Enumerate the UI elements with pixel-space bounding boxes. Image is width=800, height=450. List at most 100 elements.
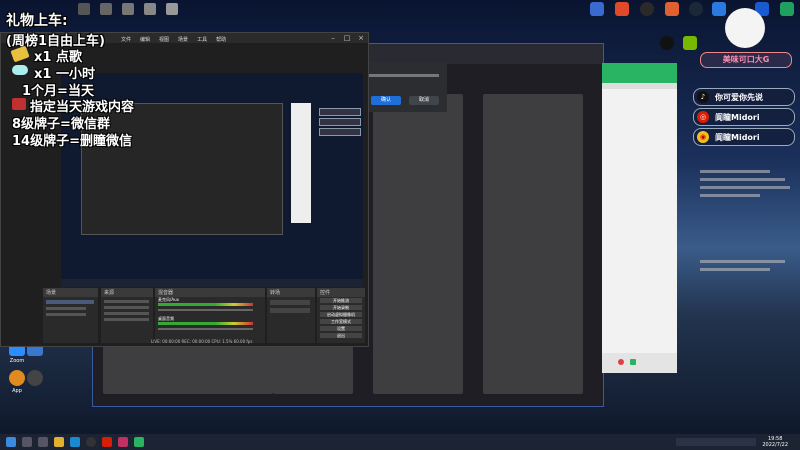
chat-message bbox=[700, 178, 785, 181]
close-button[interactable]: × bbox=[354, 33, 368, 43]
obs-menu: 文件 编辑 视图 场景 工具 帮助 bbox=[121, 34, 235, 43]
desktop-icon-10[interactable] bbox=[678, 36, 702, 51]
app-icon[interactable] bbox=[122, 3, 134, 15]
netease-icon: ◎ bbox=[697, 111, 709, 123]
preview-social-2 bbox=[319, 118, 361, 126]
steam-icon bbox=[689, 2, 703, 16]
gift-line: 14级牌子=删瞳微信 bbox=[12, 134, 132, 149]
source-item[interactable] bbox=[104, 312, 149, 315]
social-label: 你可爱你先说 bbox=[715, 92, 763, 102]
social-label: 阆瞳Midori bbox=[715, 132, 760, 142]
chat-input-toolbar bbox=[602, 353, 677, 373]
social-douyin[interactable]: ♪ 你可爱你先说 bbox=[693, 88, 795, 106]
cloud-icon bbox=[12, 65, 28, 75]
file-explorer-icon[interactable] bbox=[54, 437, 64, 447]
desktop-icon-8[interactable] bbox=[775, 2, 799, 17]
desktop-icon-2[interactable] bbox=[610, 2, 634, 17]
menu-item[interactable]: 场景 bbox=[178, 37, 188, 43]
scene-item[interactable] bbox=[46, 300, 94, 304]
menu-item[interactable]: 编辑 bbox=[140, 37, 150, 43]
settings-button[interactable]: 设置 bbox=[320, 326, 362, 331]
logitech-icon bbox=[660, 36, 674, 50]
app-icon[interactable] bbox=[166, 3, 178, 15]
sources-panel: 来源 bbox=[101, 288, 153, 343]
stream-chat-area bbox=[700, 160, 796, 290]
app-icon bbox=[615, 2, 629, 16]
confirm-dialog: 确认 取消 bbox=[365, 62, 447, 112]
start-icon[interactable] bbox=[6, 437, 16, 447]
transition-select[interactable] bbox=[270, 300, 310, 305]
menu-item[interactable]: 工具 bbox=[197, 37, 207, 43]
desktop-icon-5[interactable] bbox=[684, 2, 708, 17]
chat-message bbox=[700, 268, 770, 271]
confirm-button[interactable]: 确认 bbox=[371, 96, 401, 105]
scene-item[interactable] bbox=[46, 307, 86, 310]
scene-item[interactable] bbox=[46, 313, 86, 316]
desktop-icon-9[interactable] bbox=[655, 36, 679, 51]
preview-social-1 bbox=[319, 108, 361, 116]
edge-icon[interactable] bbox=[70, 437, 80, 447]
blurred-content bbox=[103, 344, 273, 394]
source-item[interactable] bbox=[104, 306, 149, 309]
desktop-icon-4[interactable] bbox=[660, 2, 684, 17]
menu-item[interactable]: 帮助 bbox=[216, 37, 226, 43]
cursor-app-icon bbox=[27, 370, 43, 386]
app-icon bbox=[590, 2, 604, 16]
dialog-text bbox=[369, 74, 439, 77]
duration-input[interactable] bbox=[270, 308, 310, 313]
search-icon[interactable] bbox=[22, 437, 32, 447]
preview-nested-window bbox=[81, 103, 283, 235]
clock[interactable]: 19:58 2022/7/22 bbox=[762, 436, 788, 448]
chat-message bbox=[700, 260, 785, 263]
obs-status-bar: LIVE: 00:00:00 REC: 00:00:00 CPU: 1.5% 6… bbox=[151, 339, 253, 344]
virtual-camera-button[interactable]: 启动虚拟摄像机 bbox=[320, 312, 362, 317]
app-icon bbox=[780, 2, 794, 16]
start-streaming-button[interactable]: 开始推流 bbox=[320, 298, 362, 303]
task-view-icon[interactable] bbox=[38, 437, 48, 447]
volume-slider[interactable] bbox=[158, 328, 253, 330]
menu-item[interactable]: 视图 bbox=[159, 37, 169, 43]
taskbar: 19:58 2022/7/22 bbox=[0, 434, 800, 450]
tray-area[interactable] bbox=[676, 438, 757, 446]
chat-header-bar bbox=[602, 83, 677, 89]
app-icon[interactable] bbox=[134, 437, 144, 447]
desktop-icon-6[interactable] bbox=[707, 2, 731, 17]
mixer-panel: 混音器 麦克风/Aux 桌面音频 bbox=[155, 288, 265, 343]
start-recording-button[interactable]: 开始录制 bbox=[320, 305, 362, 310]
chat-window[interactable] bbox=[602, 63, 677, 373]
app-icon[interactable] bbox=[78, 3, 90, 15]
desktop-icon-1[interactable] bbox=[585, 2, 609, 17]
app-icon bbox=[712, 2, 726, 16]
preview-social-3 bbox=[319, 128, 361, 136]
cancel-button[interactable]: 取消 bbox=[409, 96, 439, 105]
desktop-icon-label: App bbox=[12, 388, 22, 394]
scenes-panel-title: 场景 bbox=[43, 288, 98, 297]
social-netease[interactable]: ◎ 阆瞳Midori bbox=[693, 108, 795, 126]
maximize-button[interactable]: □ bbox=[340, 33, 354, 43]
desktop-icon-3[interactable] bbox=[635, 2, 659, 17]
minimize-button[interactable]: – bbox=[326, 33, 340, 43]
scenes-panel: 场景 bbox=[43, 288, 98, 343]
mixer-meter bbox=[158, 303, 253, 306]
menu-item[interactable]: 文件 bbox=[121, 37, 131, 43]
obs-icon[interactable] bbox=[86, 437, 96, 447]
clock-date: 2022/7/22 bbox=[762, 442, 788, 448]
app-icon[interactable] bbox=[144, 3, 156, 15]
app-icon bbox=[640, 2, 654, 16]
volume-slider[interactable] bbox=[158, 309, 253, 311]
studio-mode-button[interactable]: 工作室模式 bbox=[320, 319, 362, 324]
social-weibo[interactable]: ◉ 阆瞳Midori bbox=[693, 128, 795, 146]
app-icon[interactable] bbox=[100, 3, 112, 15]
netease-music-icon[interactable] bbox=[102, 437, 112, 447]
transitions-panel: 转场 bbox=[267, 288, 315, 343]
source-item[interactable] bbox=[104, 300, 149, 303]
emoji-icon[interactable] bbox=[618, 359, 624, 365]
app-icon bbox=[665, 2, 679, 16]
send-icon[interactable] bbox=[630, 359, 636, 365]
desktop-icon-cursor[interactable] bbox=[20, 370, 50, 388]
chat-header bbox=[602, 63, 677, 83]
chat-message bbox=[700, 186, 790, 189]
exit-button[interactable]: 退出 bbox=[320, 333, 362, 338]
source-item[interactable] bbox=[104, 318, 149, 321]
app-icon[interactable] bbox=[118, 437, 128, 447]
